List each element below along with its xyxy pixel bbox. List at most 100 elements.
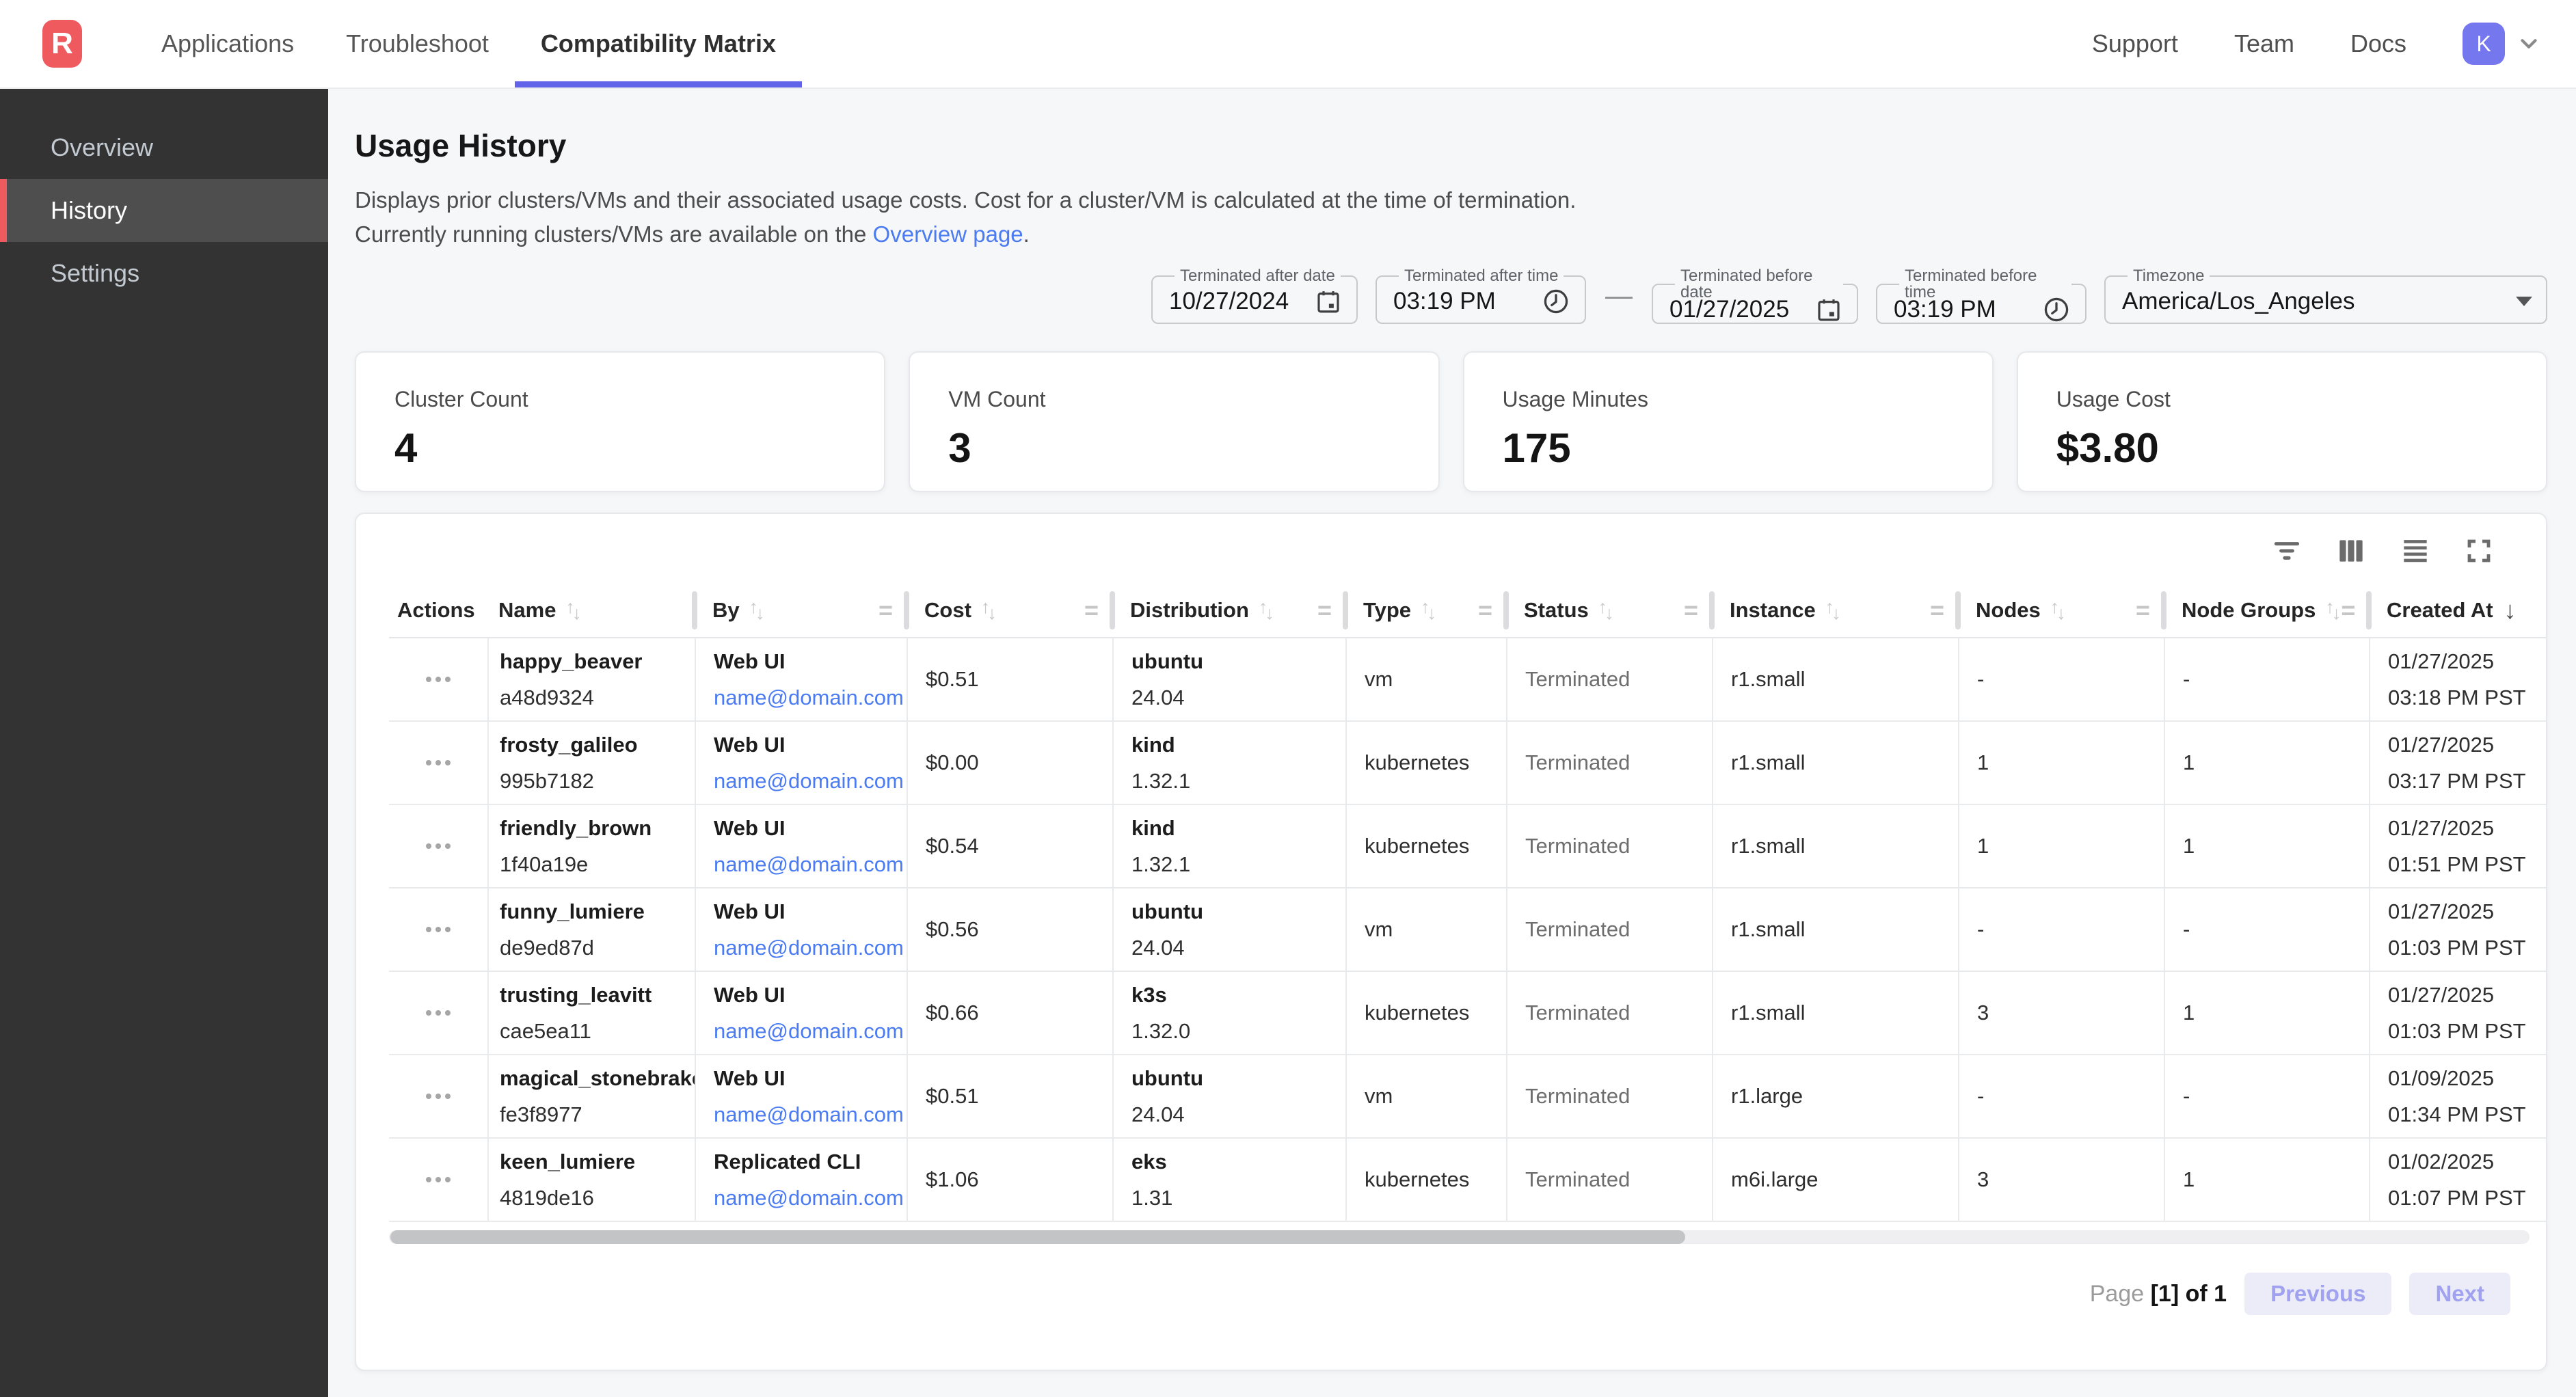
avatar[interactable]: K (2463, 23, 2505, 65)
column-menu-icon[interactable]: = (878, 596, 893, 625)
creator-email-link[interactable]: name@domain.com (714, 852, 907, 877)
previous-page-button[interactable]: Previous (2244, 1273, 2391, 1315)
column-menu-icon[interactable]: = (1317, 596, 1332, 625)
creator-email-link[interactable]: name@domain.com (714, 769, 907, 794)
sort-icon[interactable]: ↑↓ (1598, 600, 1614, 621)
col-header-created-at[interactable]: Created At↓ (2369, 584, 2546, 637)
sidebar-item-overview[interactable]: Overview (0, 116, 328, 179)
created-time: 01:51 PM PST (2388, 852, 2546, 877)
sort-icon[interactable]: ↑↓ (2050, 600, 2066, 621)
page-indicator: Page [1] of 1 (2090, 1281, 2227, 1307)
timezone-select[interactable]: Timezone America/Los_Angeles (2104, 268, 2547, 324)
cost-value: $0.66 (926, 1001, 1112, 1025)
row-actions-button[interactable] (419, 753, 457, 772)
terminated-after-time-label: Terminated after time (1399, 268, 1564, 284)
cost-value: $0.51 (926, 1084, 1112, 1109)
calendar-icon[interactable] (1814, 295, 1843, 324)
col-header-cost[interactable]: Cost↑↓= (907, 584, 1112, 637)
creator-email-link[interactable]: name@domain.com (714, 686, 907, 710)
column-menu-icon[interactable]: = (1084, 596, 1099, 625)
sort-icon[interactable]: ↑↓ (1259, 600, 1274, 621)
name-cell: trusting_leavittcae5ea11 (487, 972, 695, 1054)
terminated-after-time-input[interactable]: Terminated after time 03:19 PM (1376, 268, 1586, 324)
tab-troubleshoot[interactable]: Troubleshoot (320, 0, 515, 87)
replicated-logo[interactable]: R (42, 20, 82, 68)
filter-icon[interactable] (2270, 532, 2304, 570)
horizontal-scrollbar-track[interactable] (389, 1230, 2530, 1244)
sort-icon[interactable]: ↑↓ (565, 600, 581, 621)
row-actions-button[interactable] (419, 920, 457, 939)
row-actions-button[interactable] (419, 1087, 457, 1106)
distribution-cell: k3s1.32.0 (1112, 972, 1345, 1054)
node-groups-cell: 1 (2164, 805, 2369, 887)
column-menu-icon[interactable]: = (1684, 596, 1698, 625)
creator-email-link[interactable]: name@domain.com (714, 1186, 907, 1210)
creator-email-link[interactable]: name@domain.com (714, 1102, 907, 1127)
terminated-after-time-value[interactable]: 03:19 PM (1393, 288, 1530, 315)
user-menu[interactable]: K (2463, 23, 2542, 65)
row-actions-button[interactable] (419, 837, 457, 856)
dropdown-arrow-icon[interactable] (2516, 297, 2532, 306)
overview-page-link[interactable]: Overview page (873, 221, 1023, 247)
col-header-distribution[interactable]: Distribution↑↓= (1112, 584, 1345, 637)
timezone-value[interactable]: America/Los_Angeles (2122, 288, 2505, 315)
instance-value: r1.large (1731, 1084, 1958, 1109)
col-header-instance[interactable]: Instance↑↓= (1712, 584, 1958, 637)
density-icon[interactable] (2398, 532, 2432, 570)
actions-cell (389, 1055, 487, 1137)
terminated-after-date-input[interactable]: Terminated after date 10/27/2024 (1151, 268, 1358, 324)
col-header-status[interactable]: Status↑↓= (1506, 584, 1712, 637)
distribution-name: ubuntu (1131, 649, 1345, 674)
next-page-button[interactable]: Next (2409, 1273, 2510, 1315)
sort-icon[interactable]: ↑↓ (981, 600, 997, 621)
col-header-name[interactable]: Name↑↓ (487, 584, 695, 637)
column-menu-icon[interactable]: = (2136, 596, 2150, 625)
type-value: kubernetes (1365, 1001, 1506, 1025)
col-header-nodes[interactable]: Nodes↑↓= (1958, 584, 2164, 637)
col-header-node-groups[interactable]: Node Groups↑↓= (2164, 584, 2369, 637)
row-actions-button[interactable] (419, 670, 457, 689)
nodes-cell: - (1958, 638, 2164, 720)
description-suffix: . (1023, 221, 1030, 247)
status-cell: Terminated (1506, 972, 1712, 1054)
tab-applications[interactable]: Applications (135, 0, 320, 87)
col-header-type[interactable]: Type↑↓= (1345, 584, 1506, 637)
status-cell: Terminated (1506, 1139, 1712, 1221)
sort-icon[interactable]: ↑↓ (749, 600, 765, 621)
column-menu-icon[interactable]: = (2341, 596, 2355, 625)
terminated-before-date-value[interactable]: 01/27/2025 (1669, 296, 1803, 323)
cost-value: $0.00 (926, 750, 1112, 775)
cluster-id: 1f40a19e (500, 852, 695, 877)
fullscreen-icon[interactable] (2463, 532, 2495, 570)
distribution-version: 24.04 (1131, 936, 1345, 960)
nav-link-support[interactable]: Support (2092, 29, 2178, 58)
nav-link-team[interactable]: Team (2234, 29, 2294, 58)
clock-icon[interactable] (2041, 295, 2071, 325)
horizontal-scrollbar-thumb[interactable] (390, 1230, 1685, 1244)
creator-email-link[interactable]: name@domain.com (714, 1019, 907, 1044)
terminated-after-date-value[interactable]: 10/27/2024 (1169, 288, 1303, 315)
row-actions-button[interactable] (419, 1003, 457, 1022)
sidebar-item-settings[interactable]: Settings (0, 242, 328, 305)
col-header-by[interactable]: By↑↓= (695, 584, 907, 637)
terminated-before-time-value[interactable]: 03:19 PM (1894, 296, 2030, 323)
page-title: Usage History (355, 127, 2547, 164)
node-groups-cell: - (2164, 1055, 2369, 1137)
columns-icon[interactable] (2334, 532, 2368, 570)
calendar-icon[interactable] (1314, 287, 1343, 316)
row-actions-button[interactable] (419, 1170, 457, 1189)
creator-email-link[interactable]: name@domain.com (714, 936, 907, 960)
sort-icon[interactable]: ↑↓ (1421, 600, 1436, 621)
sort-icon[interactable]: ↑↓ (2325, 600, 2341, 621)
terminated-before-date-input[interactable]: Terminated before date 01/27/2025 (1652, 268, 1858, 324)
column-menu-icon[interactable]: = (1930, 596, 1944, 625)
sidebar-item-history[interactable]: History (0, 179, 328, 242)
tab-compatibility-matrix[interactable]: Compatibility Matrix (515, 0, 802, 87)
sort-icon[interactable]: ↑↓ (1825, 600, 1841, 621)
terminated-before-time-input[interactable]: Terminated before time 03:19 PM (1876, 268, 2087, 324)
sort-desc-icon[interactable]: ↓ (2504, 596, 2517, 625)
created-at-cell: 01/27/202501:03 PM PST (2369, 972, 2546, 1054)
column-menu-icon[interactable]: = (1478, 596, 1492, 625)
clock-icon[interactable] (1541, 286, 1571, 316)
nav-link-docs[interactable]: Docs (2350, 29, 2406, 58)
